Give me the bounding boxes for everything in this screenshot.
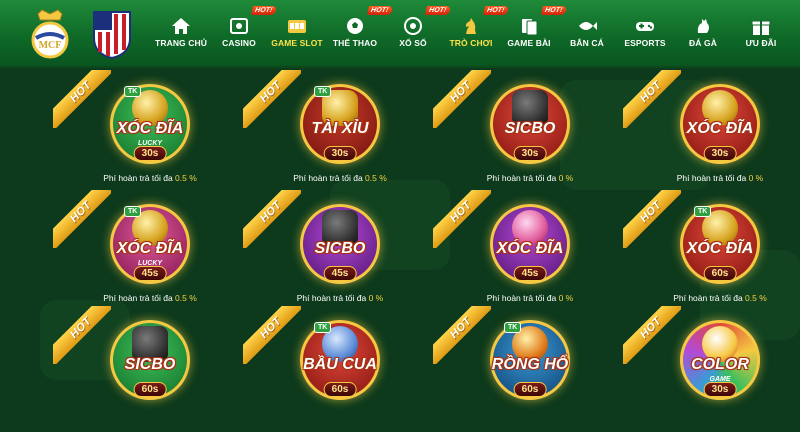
- top-navigation-bar: MCF TRANG CHỦ HOT! CASINO GAME SLOT HOT!…: [0, 0, 800, 68]
- refund-text: Phí hoàn trả tối đa 0.5 %: [673, 293, 767, 303]
- game-card[interactable]: HOT COLOR GAME 30s: [623, 306, 800, 432]
- game-icon: COLOR GAME 30s: [680, 320, 760, 400]
- slot-icon: [288, 20, 306, 33]
- game-card[interactable]: HOT TK XÓC ĐĨA LUCKY 45s Phí hoàn trả tố…: [53, 190, 245, 316]
- game-icon: SICBO 60s: [110, 320, 190, 400]
- game-icon: TK RỒNG HỔ 60s: [490, 320, 570, 400]
- game-card[interactable]: HOT TK XÓC ĐĨA 60s Phí hoàn trả tối đa 0…: [623, 190, 800, 316]
- refund-text: Phí hoàn trả tối đa 0 %: [486, 173, 574, 183]
- game-icon: XÓC ĐĨA 30s: [680, 84, 760, 164]
- soccer-ball-icon: [347, 18, 363, 34]
- game-card[interactable]: HOT XÓC ĐĨA 45s Phí hoàn trả tối đa 0 %: [433, 190, 625, 316]
- game-card[interactable]: HOT TK TÀI XỈU 30s Phí hoàn trả tối đa 0…: [243, 70, 435, 196]
- game-icon: TK TÀI XỈU 30s: [300, 84, 380, 164]
- game-icon: TK BẦU CUA 60s: [300, 320, 380, 400]
- game-card[interactable]: HOT TK XÓC ĐĨA LUCKY 30s Phí hoàn trả tố…: [53, 70, 245, 196]
- game-card[interactable]: HOT SICBO 30s Phí hoàn trả tối đa 0 %: [433, 70, 625, 196]
- gamepad-icon: [636, 22, 654, 31]
- casino-icon: [230, 18, 248, 34]
- hot-ribbon: HOT: [53, 190, 111, 248]
- game-card[interactable]: HOT XÓC ĐĨA 30s Phí hoàn trả tối đa 0 %: [623, 70, 800, 196]
- game-card[interactable]: HOT SICBO 45s Phí hoàn trả tối đa 0 %: [243, 190, 435, 316]
- nav-item-fishing[interactable]: BẮN CÁ: [556, 0, 618, 68]
- nav-item-home[interactable]: TRANG CHỦ: [150, 0, 212, 68]
- hot-ribbon: HOT: [623, 190, 681, 248]
- atletico-madrid-logo[interactable]: [90, 8, 134, 60]
- rooster-icon: [697, 19, 709, 33]
- nav-item-games[interactable]: HOT! TRÒ CHƠI: [440, 0, 510, 68]
- chess-knight-icon: [465, 18, 476, 34]
- refund-text: Phí hoàn trả tối đa 0.5 %: [103, 173, 197, 183]
- nav-item-sports[interactable]: HOT! THỂ THAO: [324, 0, 394, 68]
- main-menu: TRANG CHỦ HOT! CASINO GAME SLOT HOT! THỂ…: [150, 0, 800, 68]
- svg-text:MCF: MCF: [39, 40, 62, 51]
- nav-item-promotions[interactable]: ƯU ĐÃI: [730, 0, 792, 68]
- nav-item-card-games[interactable]: HOT! GAME BÀI: [498, 0, 568, 68]
- hot-ribbon: HOT: [433, 190, 491, 248]
- game-icon: SICBO 45s: [300, 204, 380, 284]
- refund-text: Phí hoàn trả tối đa 0.5 %: [103, 293, 197, 303]
- lottery-icon: [404, 17, 422, 35]
- fish-icon: [579, 22, 597, 30]
- nav-item-casino[interactable]: HOT! CASINO: [208, 0, 278, 68]
- refund-text: Phí hoàn trả tối đa 0 %: [296, 293, 384, 303]
- refund-text: Phí hoàn trả tối đa 0.5 %: [293, 173, 387, 183]
- nav-item-game-slot[interactable]: GAME SLOT: [266, 0, 328, 68]
- hot-ribbon: HOT: [243, 190, 301, 248]
- nav-item-cockfight[interactable]: ĐÁ GÀ: [672, 0, 734, 68]
- gift-icon: [751, 20, 771, 35]
- refund-text: Phí hoàn trả tối đa 0 %: [676, 173, 764, 183]
- home-icon: [172, 18, 190, 34]
- nav-label: ƯU ĐÃI: [745, 38, 777, 48]
- game-icon: XÓC ĐĨA 45s: [490, 204, 570, 284]
- hot-ribbon: HOT: [53, 306, 111, 364]
- refund-text: Phí hoàn trả tối đa 0 %: [486, 293, 574, 303]
- game-icon: SICBO 30s: [490, 84, 570, 164]
- cards-icon: [522, 19, 538, 36]
- game-card[interactable]: HOT TK RỒNG HỔ 60s: [433, 306, 625, 432]
- game-icon: TK XÓC ĐĨA 60s: [680, 204, 760, 284]
- nav-item-esports[interactable]: ESPORTS: [614, 0, 676, 68]
- hot-ribbon: HOT: [433, 306, 491, 364]
- hot-ribbon: HOT: [243, 70, 301, 128]
- game-card[interactable]: HOT TK BẦU CUA 60s: [243, 306, 435, 432]
- game-icon: TK XÓC ĐĨA LUCKY 45s: [110, 204, 190, 284]
- game-icon: TK XÓC ĐĨA LUCKY 30s: [110, 84, 190, 164]
- hot-ribbon: HOT: [53, 70, 111, 128]
- hot-ribbon: HOT: [243, 306, 301, 364]
- hot-ribbon: HOT: [623, 306, 681, 364]
- hot-ribbon: HOT: [623, 70, 681, 128]
- game-card[interactable]: HOT SICBO 60s: [53, 306, 245, 432]
- hot-ribbon: HOT: [433, 70, 491, 128]
- real-madrid-logo[interactable]: MCF: [28, 8, 72, 60]
- nav-item-lottery[interactable]: HOT! XỔ SỐ: [382, 0, 452, 68]
